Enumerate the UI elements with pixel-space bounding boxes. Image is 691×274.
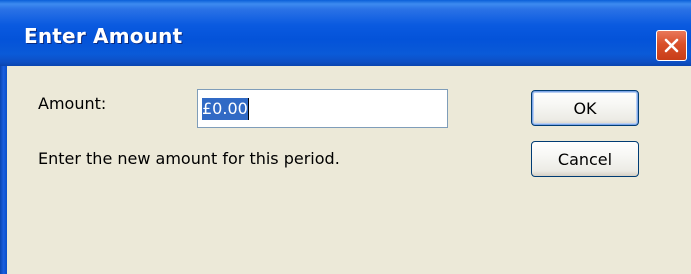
amount-value: £0.00 <box>202 97 248 120</box>
close-icon <box>664 38 679 53</box>
amount-label: Amount: <box>38 94 107 113</box>
amount-input[interactable]: £0.00 <box>197 89 448 128</box>
ok-button[interactable]: OK <box>531 90 639 126</box>
enter-amount-dialog: Enter Amount Amount: £0.00 Enter the new… <box>0 0 691 274</box>
window-border <box>0 66 7 274</box>
amount-hint: Enter the new amount for this period. <box>38 149 340 168</box>
window-title: Enter Amount <box>24 24 183 48</box>
text-caret <box>247 97 249 120</box>
cancel-button[interactable]: Cancel <box>531 141 639 177</box>
title-bar[interactable]: Enter Amount <box>0 0 691 66</box>
close-button[interactable] <box>656 30 687 61</box>
